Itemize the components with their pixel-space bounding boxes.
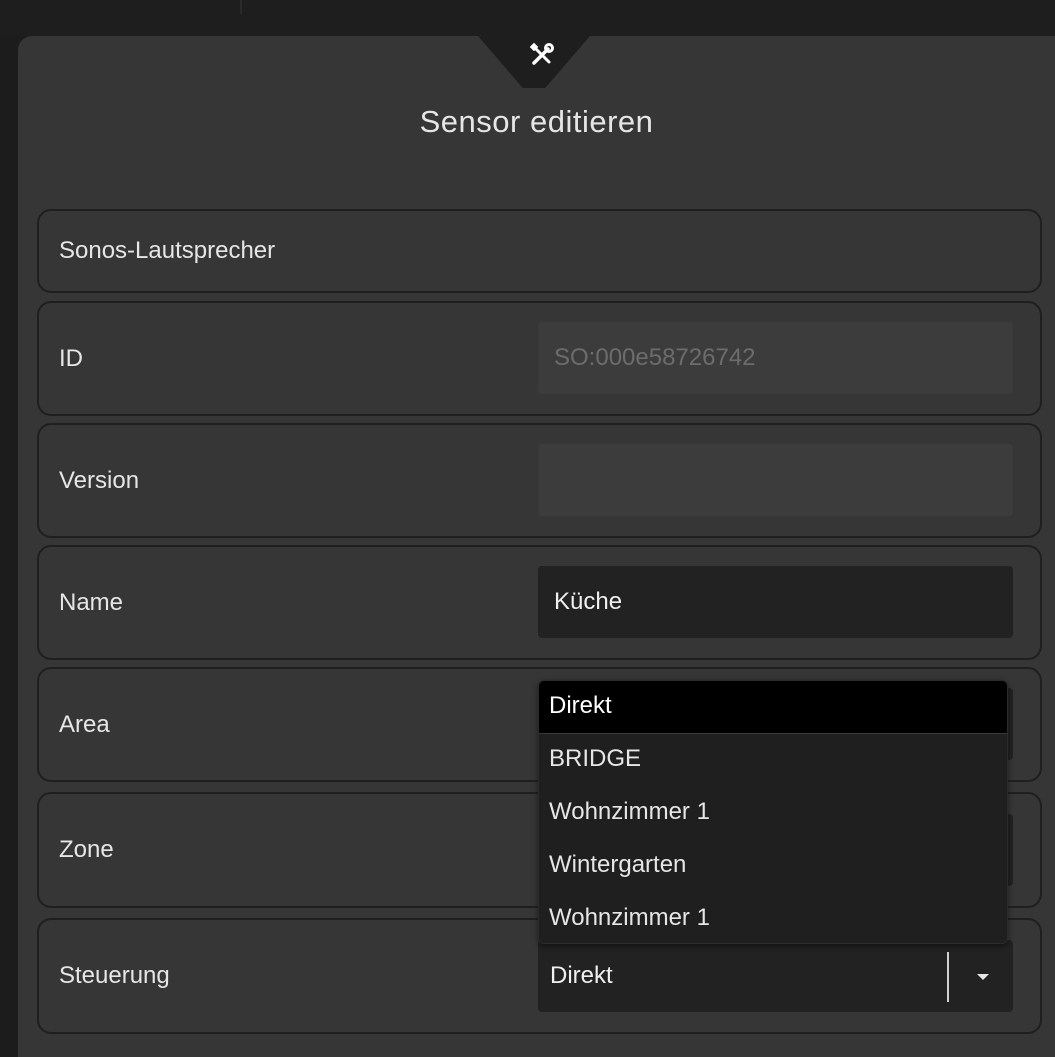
select-separator (947, 952, 949, 1002)
dropdown-option[interactable]: Wohnzimmer 1 (539, 787, 1007, 840)
name-input[interactable]: Küche (538, 566, 1013, 638)
dropdown-option[interactable]: BRIDGE (539, 734, 1007, 787)
steuerung-dropdown-list: Direkt BRIDGE Wohnzimmer 1 Wintergarten … (538, 680, 1008, 944)
version-row: Version (37, 423, 1042, 538)
caret-down-icon[interactable] (977, 974, 989, 980)
id-field: SO:000e58726742 (538, 322, 1013, 394)
area-label: Area (59, 710, 110, 738)
name-row: Name Küche (37, 545, 1042, 660)
steuerung-select-value: Direkt (550, 962, 613, 989)
dropdown-option[interactable]: Wohnzimmer 1 (539, 893, 1007, 943)
version-label: Version (59, 466, 140, 494)
dropdown-option[interactable]: Wintergarten (539, 840, 1007, 893)
dropdown-option[interactable]: Direkt (539, 681, 1007, 734)
tools-icon (529, 42, 554, 65)
sensor-type-label: Sonos-Lautsprecher (59, 237, 276, 264)
steuerung-select[interactable]: Direkt (538, 940, 1013, 1012)
top-bar (0, 0, 1055, 36)
dialog-title: Sensor editieren (419, 104, 654, 139)
sensor-type-row: Sonos-Lautsprecher (37, 209, 1042, 293)
id-label: ID (59, 344, 83, 372)
version-field (538, 444, 1013, 516)
id-row: ID SO:000e58726742 (37, 301, 1042, 416)
zone-label: Zone (59, 836, 114, 863)
top-bar-divider (240, 0, 242, 14)
steuerung-label: Steuerung (59, 962, 170, 989)
name-label: Name (59, 588, 124, 616)
